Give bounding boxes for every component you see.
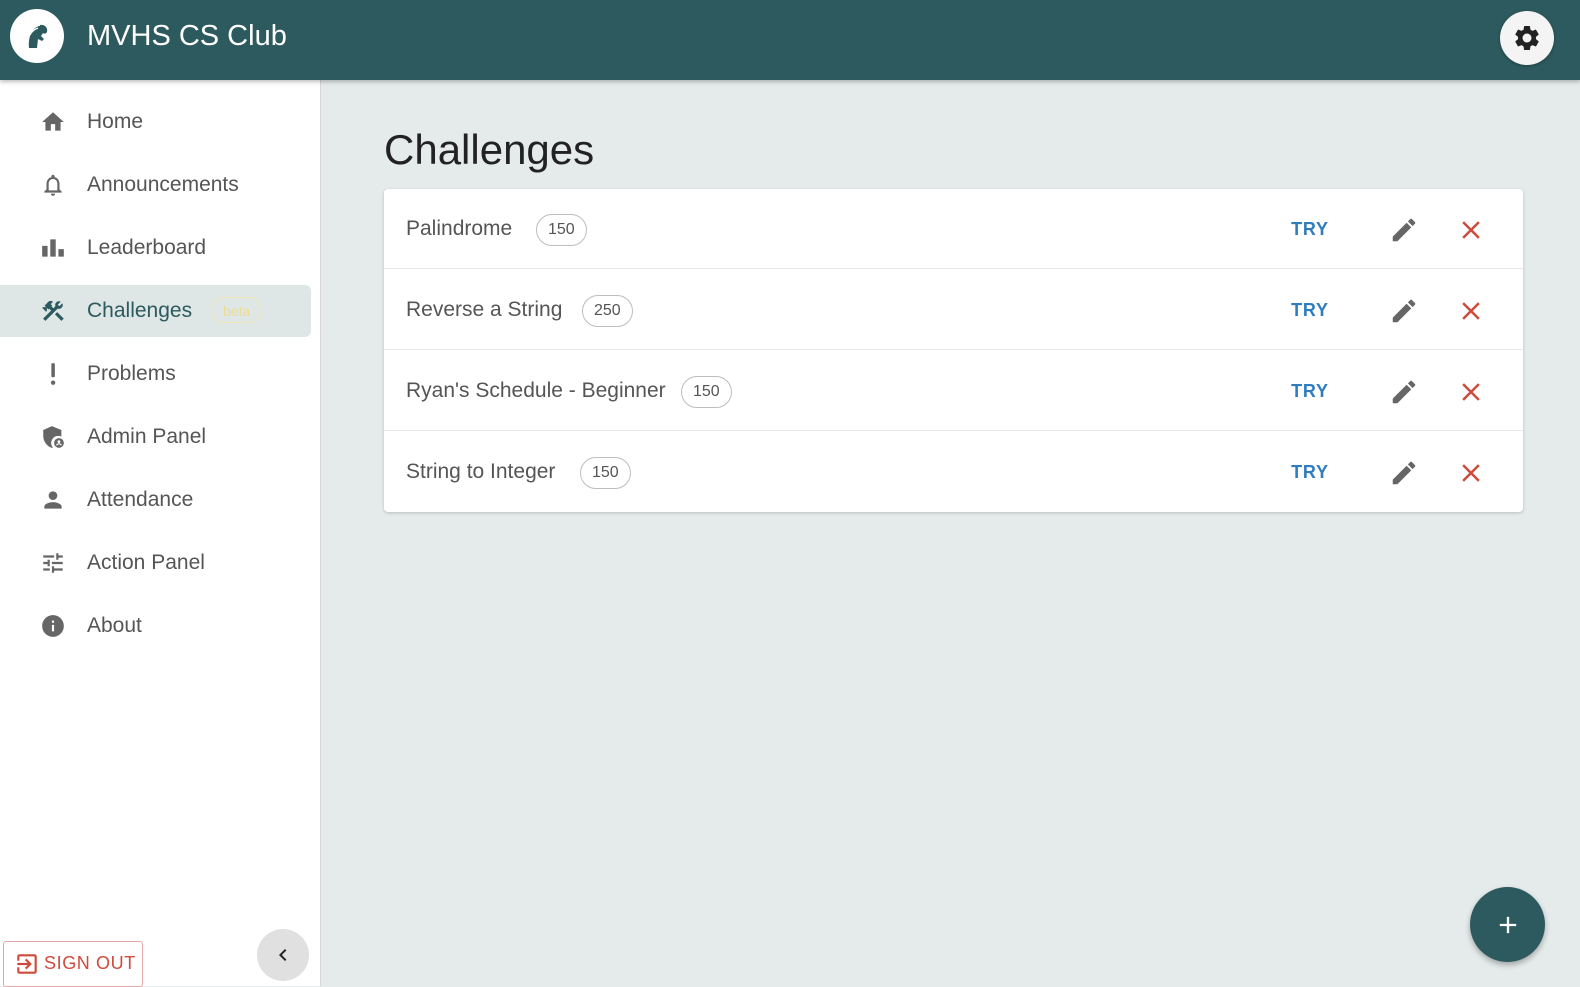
delete-button[interactable] bbox=[1451, 291, 1491, 331]
try-button[interactable]: TRY bbox=[1282, 454, 1338, 490]
sidebar-item-label: Problems bbox=[87, 362, 176, 385]
chevron-left-icon bbox=[279, 949, 287, 961]
pencil-icon bbox=[1392, 380, 1416, 404]
sign-out-button[interactable]: SIGN OUT bbox=[3, 941, 143, 987]
close-icon bbox=[1462, 464, 1480, 482]
try-button[interactable]: TRY bbox=[1282, 292, 1338, 328]
challenges-list: Palindrome 150 TRY Reverse a String 250 … bbox=[384, 189, 1523, 512]
points-badge: 150 bbox=[580, 457, 631, 489]
close-icon bbox=[1462, 302, 1480, 320]
sidebar-item-leaderboard[interactable]: Leaderboard bbox=[0, 222, 311, 274]
exclamation-icon bbox=[40, 361, 66, 387]
sidebar-item-problems[interactable]: Problems bbox=[0, 348, 311, 400]
sidebar-item-about[interactable]: About bbox=[0, 600, 311, 652]
home-icon bbox=[40, 109, 66, 135]
app-title: MVHS CS Club bbox=[87, 20, 287, 52]
collapse-sidebar-button[interactable] bbox=[257, 929, 309, 981]
sidebar: Home Announcements Leaderboard Challenge… bbox=[0, 80, 321, 987]
sign-out-icon bbox=[14, 951, 40, 982]
sidebar-item-label: About bbox=[87, 614, 142, 637]
points-badge: 250 bbox=[582, 295, 633, 327]
try-button[interactable]: TRY bbox=[1282, 373, 1338, 409]
delete-button[interactable] bbox=[1451, 453, 1491, 493]
sidebar-item-challenges[interactable]: Challenges beta bbox=[0, 285, 311, 337]
challenge-row: Palindrome 150 TRY bbox=[384, 189, 1523, 269]
challenge-row: Reverse a String 250 TRY bbox=[384, 270, 1523, 350]
tools-icon bbox=[40, 298, 66, 324]
sidebar-item-home[interactable]: Home bbox=[0, 96, 311, 148]
page-title: Challenges bbox=[384, 126, 595, 173]
close-icon bbox=[1462, 221, 1480, 239]
challenge-title: Reverse a String bbox=[406, 298, 563, 321]
admin-shield-icon bbox=[40, 424, 66, 450]
sidebar-item-label: Leaderboard bbox=[87, 236, 207, 259]
sidebar-item-label: Action Panel bbox=[87, 551, 205, 574]
edit-button[interactable] bbox=[1384, 291, 1424, 331]
sidebar-item-attendance[interactable]: Attendance bbox=[0, 474, 311, 526]
sidebar-item-label: Challenges bbox=[87, 299, 193, 322]
edit-button[interactable] bbox=[1384, 372, 1424, 412]
sidebar-item-action-panel[interactable]: Action Panel bbox=[0, 537, 311, 589]
sidebar-item-label: Admin Panel bbox=[87, 425, 207, 448]
challenge-title: Ryan's Schedule - Beginner bbox=[406, 379, 666, 402]
edit-button[interactable] bbox=[1384, 210, 1424, 250]
plus-icon bbox=[1499, 916, 1516, 933]
bell-icon bbox=[40, 172, 66, 198]
challenge-title: Palindrome bbox=[406, 217, 513, 240]
try-button[interactable]: TRY bbox=[1282, 211, 1338, 247]
points-badge: 150 bbox=[536, 214, 587, 246]
delete-button[interactable] bbox=[1451, 210, 1491, 250]
info-icon bbox=[40, 613, 66, 639]
challenge-row: Ryan's Schedule - Beginner 150 TRY bbox=[384, 351, 1523, 431]
gear-icon bbox=[1515, 25, 1539, 50]
pencil-icon bbox=[1392, 461, 1416, 485]
sidebar-item-announcements[interactable]: Announcements bbox=[0, 159, 311, 211]
sidebar-item-label: Home bbox=[87, 110, 144, 133]
bar-chart-icon bbox=[40, 235, 66, 261]
settings-button[interactable] bbox=[1500, 11, 1554, 65]
sign-out-label: SIGN OUT bbox=[44, 953, 136, 973]
edit-button[interactable] bbox=[1384, 453, 1424, 493]
sidebar-item-label: Attendance bbox=[87, 488, 194, 511]
add-challenge-button[interactable] bbox=[1470, 887, 1545, 962]
delete-button[interactable] bbox=[1451, 372, 1491, 412]
pencil-icon bbox=[1392, 299, 1416, 323]
challenge-row: String to Integer 150 TRY bbox=[384, 432, 1523, 512]
app-bar: MVHS CS Club bbox=[0, 0, 1580, 80]
person-icon bbox=[40, 487, 66, 513]
sidebar-item-admin-panel[interactable]: Admin Panel bbox=[0, 411, 311, 463]
sliders-icon bbox=[40, 550, 66, 576]
points-badge: 150 bbox=[681, 376, 732, 408]
spartan-helmet-icon[interactable] bbox=[10, 9, 64, 63]
pencil-icon bbox=[1392, 218, 1416, 242]
close-icon bbox=[1462, 383, 1480, 401]
beta-badge: beta bbox=[211, 297, 263, 323]
sidebar-item-label: Announcements bbox=[87, 173, 239, 196]
challenge-title: String to Integer bbox=[406, 460, 556, 483]
